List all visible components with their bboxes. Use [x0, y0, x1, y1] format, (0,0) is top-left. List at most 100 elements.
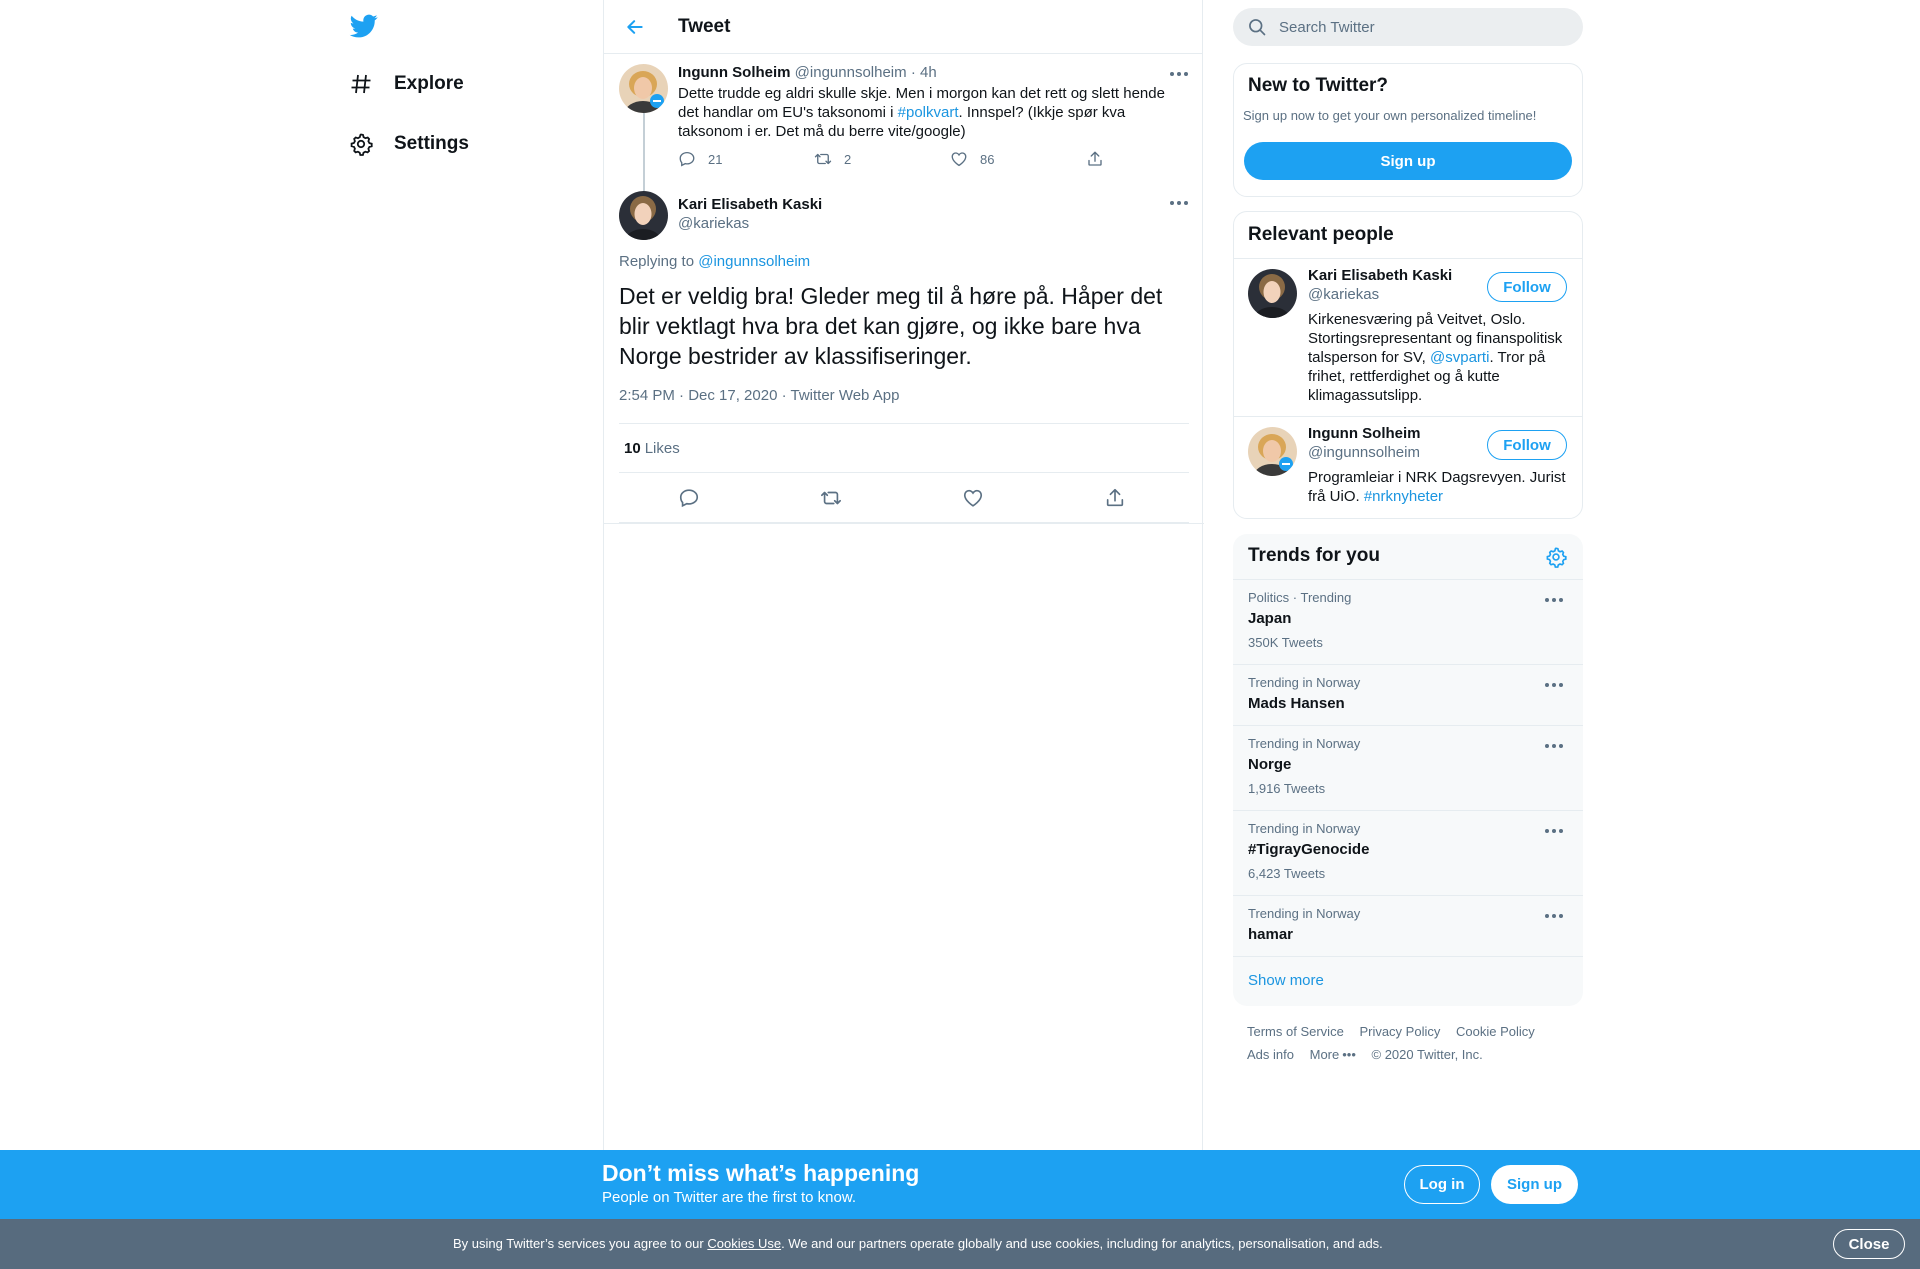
trends-card: Trends for you Politics · Trending Japan…: [1233, 534, 1583, 1006]
divider: [604, 523, 1204, 524]
nav-item-explore[interactable]: Explore: [348, 64, 464, 104]
banner-title: Don’t miss what’s happening: [602, 1160, 920, 1186]
search-input[interactable]: Search Twitter: [1279, 19, 1375, 36]
share-button[interactable]: [1086, 150, 1116, 168]
person-bio: Programleiar i NRK Dagsrevyen. Jurist fr…: [1308, 468, 1576, 506]
copyright: © 2020 Twitter, Inc.: [1371, 1047, 1483, 1062]
person-item[interactable]: Kari Elisabeth Kaski @kariekas Follow Ki…: [1234, 258, 1582, 416]
bio-link[interactable]: #nrknyheter: [1364, 488, 1443, 505]
avatar[interactable]: [619, 191, 668, 240]
nav-label-settings: Settings: [394, 133, 469, 154]
signup-button[interactable]: Sign up: [1491, 1165, 1578, 1204]
arrow-left-icon[interactable]: [620, 12, 650, 42]
show-more-row: Show more: [1233, 956, 1583, 1006]
person-handle[interactable]: @kariekas: [1308, 286, 1379, 303]
more-dots-icon: •••: [1342, 1047, 1356, 1062]
person-bio: Kirkenesværing på Veitvet, Oslo. Stortin…: [1308, 310, 1576, 405]
trend-context: Trending in Norway: [1248, 821, 1361, 836]
trend-item[interactable]: Politics · Trending Japan 350K Tweets: [1233, 579, 1583, 664]
more-options-icon[interactable]: [1545, 914, 1563, 918]
avatar[interactable]: [1248, 269, 1297, 318]
retweet-count: 2: [844, 151, 852, 167]
footer-links-row-1: Terms of Service Privacy Policy Cookie P…: [1247, 1024, 1547, 1039]
trend-item[interactable]: Trending in Norway #TigrayGenocide 6,423…: [1233, 810, 1583, 895]
login-banner: Don’t miss what’s happening People on Tw…: [0, 1150, 1920, 1219]
cookie-banner: By using Twitter’s services you agree to…: [0, 1219, 1920, 1269]
more-options-icon[interactable]: [1170, 72, 1188, 76]
parent-tweet-actions: 21 2 86: [678, 150, 1178, 174]
person-name[interactable]: Ingunn Solheim: [1308, 425, 1421, 442]
person-handle[interactable]: @ingunnsolheim: [1308, 444, 1420, 461]
more-options-icon[interactable]: [1545, 744, 1563, 748]
bio-link[interactable]: @svparti: [1430, 349, 1489, 366]
trend-name: hamar: [1248, 926, 1294, 943]
cookies-use-link[interactable]: Cookies Use: [707, 1236, 781, 1251]
card-title: Trends for you: [1248, 545, 1380, 566]
trend-name: Mads Hansen: [1248, 695, 1345, 712]
trend-context: Trending in Norway: [1248, 736, 1361, 751]
more-options-icon[interactable]: [1545, 829, 1563, 833]
tweet-time[interactable]: 4h: [920, 64, 937, 81]
more-options-icon[interactable]: [1545, 683, 1563, 687]
replying-to-link[interactable]: @ingunnsolheim: [698, 253, 810, 270]
new-to-twitter-card: New to Twitter? Sign up now to get your …: [1233, 63, 1583, 197]
trend-context: Politics · Trending: [1248, 590, 1352, 605]
follow-button[interactable]: Follow: [1487, 430, 1567, 460]
show-more-link[interactable]: Show more: [1248, 972, 1324, 989]
trend-item[interactable]: Trending in Norway Mads Hansen: [1233, 664, 1583, 725]
nav-item-settings[interactable]: Settings: [348, 124, 469, 164]
privacy-link[interactable]: Privacy Policy: [1359, 1024, 1440, 1039]
reply-count: 21: [708, 151, 723, 167]
close-button[interactable]: Close: [1833, 1229, 1905, 1259]
search-icon: [1247, 17, 1267, 37]
author-name[interactable]: Ingunn Solheim: [678, 64, 791, 81]
avatar[interactable]: [1248, 427, 1297, 476]
hashtag-link[interactable]: #polkvart: [898, 104, 959, 121]
more-link[interactable]: More •••: [1310, 1047, 1356, 1062]
author-handle[interactable]: @kariekas: [678, 215, 749, 232]
reply-button[interactable]: 21: [678, 150, 722, 168]
avatar[interactable]: [619, 64, 668, 113]
tweet-timestamp[interactable]: 2:54 PM · Dec 17, 2020 · Twitter Web App: [619, 387, 899, 404]
login-button[interactable]: Log in: [1404, 1165, 1480, 1204]
trend-count: 6,423 Tweets: [1248, 866, 1326, 881]
main-column: Tweet Ingunn Solheim @ingunnsolheim · 4h…: [603, 0, 1204, 1150]
cookie-policy-link[interactable]: Cookie Policy: [1456, 1024, 1535, 1039]
author-handle[interactable]: @ingunnsolheim: [795, 64, 907, 81]
hashtag-icon: [348, 71, 374, 97]
more-options-icon[interactable]: [1545, 598, 1563, 602]
more-label: More: [1309, 1047, 1340, 1062]
likes-summary[interactable]: 10 Likes: [619, 423, 1189, 473]
reply-icon: [679, 151, 695, 167]
trend-context: Trending in Norway: [1248, 906, 1361, 921]
page-title: Tweet: [678, 15, 731, 37]
follow-button[interactable]: Follow: [1487, 272, 1567, 302]
person-name[interactable]: Kari Elisabeth Kaski: [1308, 267, 1452, 284]
heart-icon: [951, 152, 967, 167]
ads-info-link[interactable]: Ads info: [1247, 1047, 1294, 1062]
retweet-icon[interactable]: [818, 485, 844, 511]
heart-icon[interactable]: [960, 485, 986, 511]
gear-icon[interactable]: [1545, 546, 1569, 570]
author-name[interactable]: Kari Elisabeth Kaski: [678, 196, 822, 213]
parent-tweet[interactable]: Ingunn Solheim @ingunnsolheim · 4h Dette…: [604, 54, 1204, 236]
separator: ·: [910, 64, 916, 81]
twitter-bird-icon[interactable]: [348, 12, 380, 42]
trend-name: #TigrayGenocide: [1248, 841, 1370, 858]
trend-item[interactable]: Trending in Norway Norge 1,916 Tweets: [1233, 725, 1583, 810]
parent-tweet-header: Ingunn Solheim @ingunnsolheim · 4h: [678, 64, 937, 81]
search-bar[interactable]: Search Twitter: [1233, 8, 1583, 46]
retweet-button[interactable]: 2: [814, 150, 851, 168]
like-count: 86: [980, 151, 995, 167]
cookie-text-segment: By using Twitter’s services you agree to…: [453, 1236, 708, 1251]
replying-label: Replying to: [619, 253, 695, 270]
person-item[interactable]: Ingunn Solheim @ingunnsolheim Follow Pro…: [1234, 416, 1582, 518]
signup-button[interactable]: Sign up: [1244, 142, 1572, 180]
cookie-text: By using Twitter’s services you agree to…: [453, 1236, 1383, 1251]
reply-icon[interactable]: [676, 485, 702, 511]
terms-link[interactable]: Terms of Service: [1247, 1024, 1344, 1039]
share-icon[interactable]: [1102, 485, 1128, 511]
like-button[interactable]: 86: [950, 150, 994, 168]
trend-item[interactable]: Trending in Norway hamar: [1233, 895, 1583, 956]
more-options-icon[interactable]: [1170, 201, 1188, 205]
